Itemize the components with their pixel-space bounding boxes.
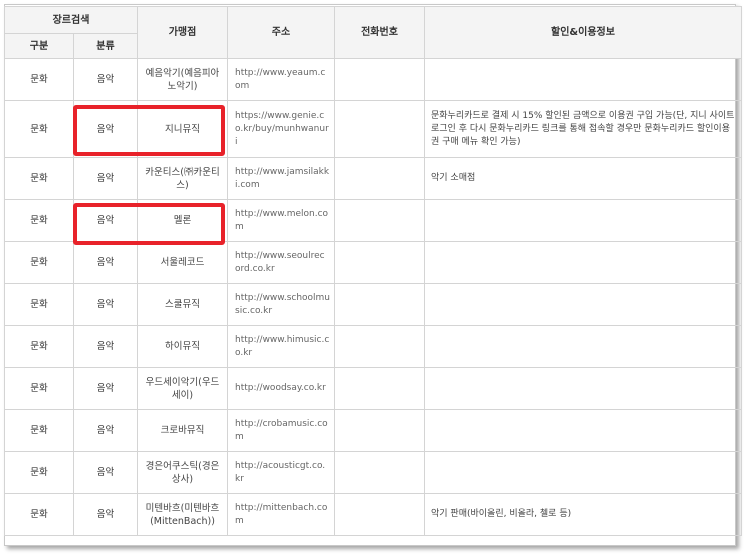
store-name-cell: 서울레코드	[137, 241, 228, 284]
address-link[interactable]: http://www.yeaum.com	[227, 58, 335, 101]
address-link[interactable]: http://woodsay.co.kr	[227, 367, 335, 410]
table-row: 문화 음악 우드세이악기(우드세이) http://woodsay.co.kr	[4, 367, 742, 410]
category-cell: 문화	[4, 451, 74, 494]
phone-cell	[334, 493, 425, 536]
table-row: 문화 음악 지니뮤직 https://www.genie.co.kr/buy/munh…	[4, 100, 742, 158]
category-cell: 문화	[4, 493, 74, 536]
phone-cell	[334, 157, 425, 200]
table-row: 문화 음악 크로바뮤직 http://crobamusic.com	[4, 409, 742, 452]
address-link[interactable]: http://crobamusic.com	[227, 409, 335, 452]
phone-cell	[334, 451, 425, 494]
phone-cell	[334, 283, 425, 326]
discount-info-cell	[424, 283, 742, 326]
discount-info-cell: 악기 판매(바이올린, 비올라, 첼로 등)	[424, 493, 742, 536]
store-name-cell: 지니뮤직	[137, 100, 228, 158]
classification-cell: 음악	[73, 283, 138, 326]
classification-cell: 음악	[73, 493, 138, 536]
classification-cell: 음악	[73, 409, 138, 452]
table-row: 문화 음악 예음악기(예음피아노악기) http://www.yeaum.com	[4, 58, 742, 101]
table-row: 문화 음악 하이뮤직 http://www.himusic.co.kr	[4, 325, 742, 368]
classification-cell: 음악	[73, 157, 138, 200]
category-cell: 문화	[4, 367, 74, 410]
phone-header: 전화번호	[334, 6, 425, 59]
store-header: 가맹점	[137, 6, 228, 59]
classification-cell: 음악	[73, 241, 138, 284]
discount-info-cell	[424, 241, 742, 284]
category-cell: 문화	[4, 58, 74, 101]
store-name-cell: 스쿨뮤직	[137, 283, 228, 326]
address-link[interactable]: http://www.jamsilakki.com	[227, 157, 335, 200]
discount-info-cell	[424, 451, 742, 494]
address-header: 주소	[227, 6, 335, 59]
phone-cell	[334, 325, 425, 368]
classification-cell: 음악	[73, 451, 138, 494]
address-link[interactable]: https://www.genie.co.kr/buy/munhwanuri	[227, 100, 335, 158]
address-link[interactable]: http://www.schoolmusic.co.kr	[227, 283, 335, 326]
category-cell: 문화	[4, 241, 74, 284]
phone-cell	[334, 409, 425, 452]
category-cell: 문화	[4, 283, 74, 326]
category-cell: 문화	[4, 199, 74, 242]
discount-info-cell	[424, 325, 742, 368]
store-table: 장르검색 가맹점 주소 전화번호 할인&이용정보 구분 분류 문화 음악 예음악기(…	[4, 6, 742, 536]
discount-info-cell: 문화누리카드로 결제 시 15% 할인된 금액으로 이용권 구입 가능(단, 지…	[424, 100, 742, 158]
address-link[interactable]: http://www.himusic.co.kr	[227, 325, 335, 368]
store-name-cell: 우드세이악기(우드세이)	[137, 367, 228, 410]
table-row: 문화 음악 카운티스(㈜카운티스) http://www.jamsilakki.com…	[4, 157, 742, 200]
phone-cell	[334, 367, 425, 410]
discount-info-cell	[424, 199, 742, 242]
discount-info-cell: 악기 소매점	[424, 157, 742, 200]
classification-header: 분류	[73, 33, 138, 59]
classification-cell: 음악	[73, 100, 138, 158]
table-row: 문화 음악 스쿨뮤직 http://www.schoolmusic.co.kr	[4, 283, 742, 326]
store-name-cell: 경은어쿠스틱(경은상사)	[137, 451, 228, 494]
address-link[interactable]: http://mittenbach.com	[227, 493, 335, 536]
store-name-cell: 카운티스(㈜카운티스)	[137, 157, 228, 200]
address-link[interactable]: http://acousticgt.co.kr	[227, 451, 335, 494]
phone-cell	[334, 241, 425, 284]
table-row: 문화 음악 미텐바흐(미텐바흐(MittenBach)) http://mittenb…	[4, 493, 742, 536]
discount-info-cell	[424, 58, 742, 101]
category-cell: 문화	[4, 325, 74, 368]
store-name-cell: 예음악기(예음피아노악기)	[137, 58, 228, 101]
store-name-cell: 크로바뮤직	[137, 409, 228, 452]
table-row: 문화 음악 경은어쿠스틱(경은상사) http://acousticgt.co.kr	[4, 451, 742, 494]
phone-cell	[334, 199, 425, 242]
discount-info-cell	[424, 409, 742, 452]
classification-cell: 음악	[73, 199, 138, 242]
store-name-cell: 미텐바흐(미텐바흐(MittenBach))	[137, 493, 228, 536]
category-cell: 문화	[4, 157, 74, 200]
classification-cell: 음악	[73, 58, 138, 101]
discount-info-header: 할인&이용정보	[424, 6, 742, 59]
category-header: 구분	[4, 33, 74, 59]
address-link[interactable]: http://www.melon.com	[227, 199, 335, 242]
phone-cell	[334, 100, 425, 158]
genre-search-header: 장르검색	[4, 6, 138, 34]
address-link[interactable]: http://www.seoulrecord.co.kr	[227, 241, 335, 284]
phone-cell	[334, 58, 425, 101]
category-cell: 문화	[4, 409, 74, 452]
store-name-cell: 하이뮤직	[137, 325, 228, 368]
table-row: 문화 음악 멜론 http://www.melon.com	[4, 199, 742, 242]
store-name-cell: 멜론	[137, 199, 228, 242]
category-cell: 문화	[4, 100, 74, 158]
discount-info-cell	[424, 367, 742, 410]
classification-cell: 음악	[73, 325, 138, 368]
table-row: 문화 음악 서울레코드 http://www.seoulrecord.co.kr	[4, 241, 742, 284]
classification-cell: 음악	[73, 367, 138, 410]
